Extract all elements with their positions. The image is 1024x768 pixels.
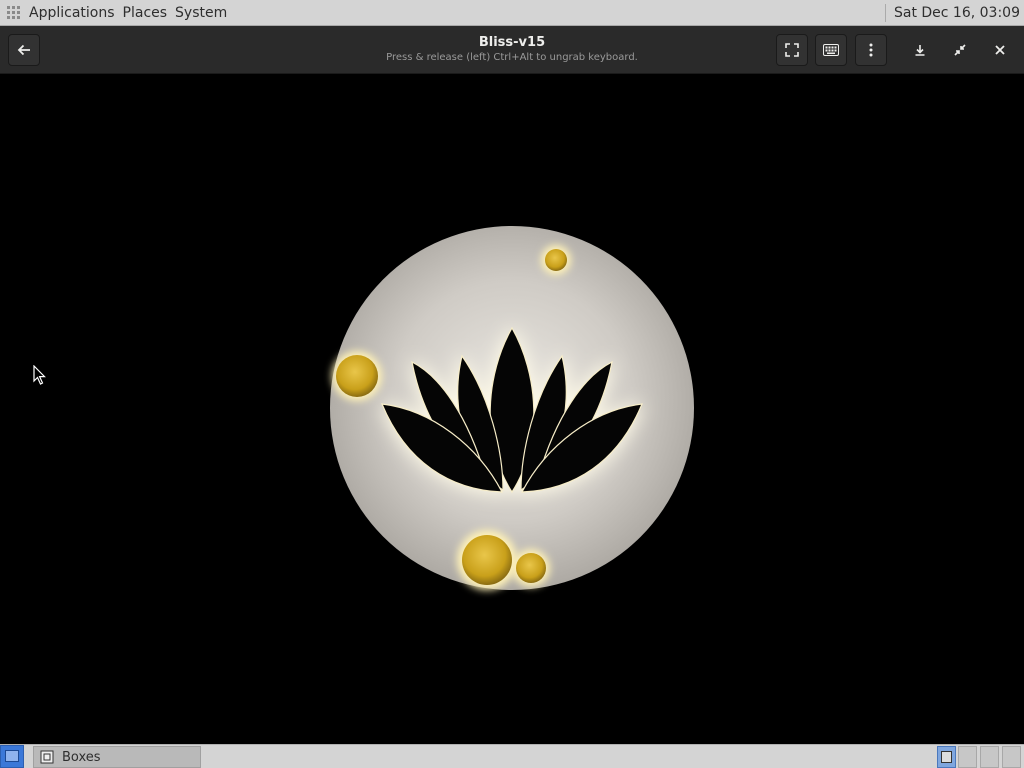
taskbar-item-boxes[interactable]: Boxes [33,746,201,768]
applications-grid-icon[interactable] [7,5,21,20]
keyboard-button[interactable] [815,34,847,66]
menu-places[interactable]: Places [123,5,168,21]
boxes-headerbar: Bliss-v15 Press & release (left) Ctrl+Al… [0,26,1024,74]
download-button[interactable] [904,34,936,66]
menu-system[interactable]: System [175,5,227,21]
download-icon [914,44,926,56]
bliss-logo [330,226,694,590]
close-icon [995,45,1005,55]
menu-applications[interactable]: Applications [29,5,115,21]
workspace-1[interactable] [937,746,956,768]
boxes-app-icon [40,750,54,764]
clock[interactable]: Sat Dec 16, 03:09 [884,3,1024,22]
workspace-4[interactable] [1002,746,1021,768]
taskbar-item-label: Boxes [62,749,101,765]
workspace-2[interactable] [958,746,977,768]
close-button[interactable] [984,34,1016,66]
unfullscreen-icon [954,44,966,56]
fullscreen-icon [785,43,799,57]
unfullscreen-button[interactable] [944,34,976,66]
vm-display[interactable] [0,74,1024,744]
mouse-pointer-icon [33,364,47,389]
desktop-icon [5,750,19,762]
show-desktop-button[interactable] [0,745,24,768]
top-panel: Applications Places System Sat Dec 16, 0… [0,0,1024,26]
keyboard-icon [823,44,839,56]
fullscreen-button[interactable] [776,34,808,66]
workspace-3[interactable] [980,746,999,768]
bottom-panel: Boxes [0,744,1024,768]
kebab-menu-icon [869,43,873,57]
menu-button[interactable] [855,34,887,66]
